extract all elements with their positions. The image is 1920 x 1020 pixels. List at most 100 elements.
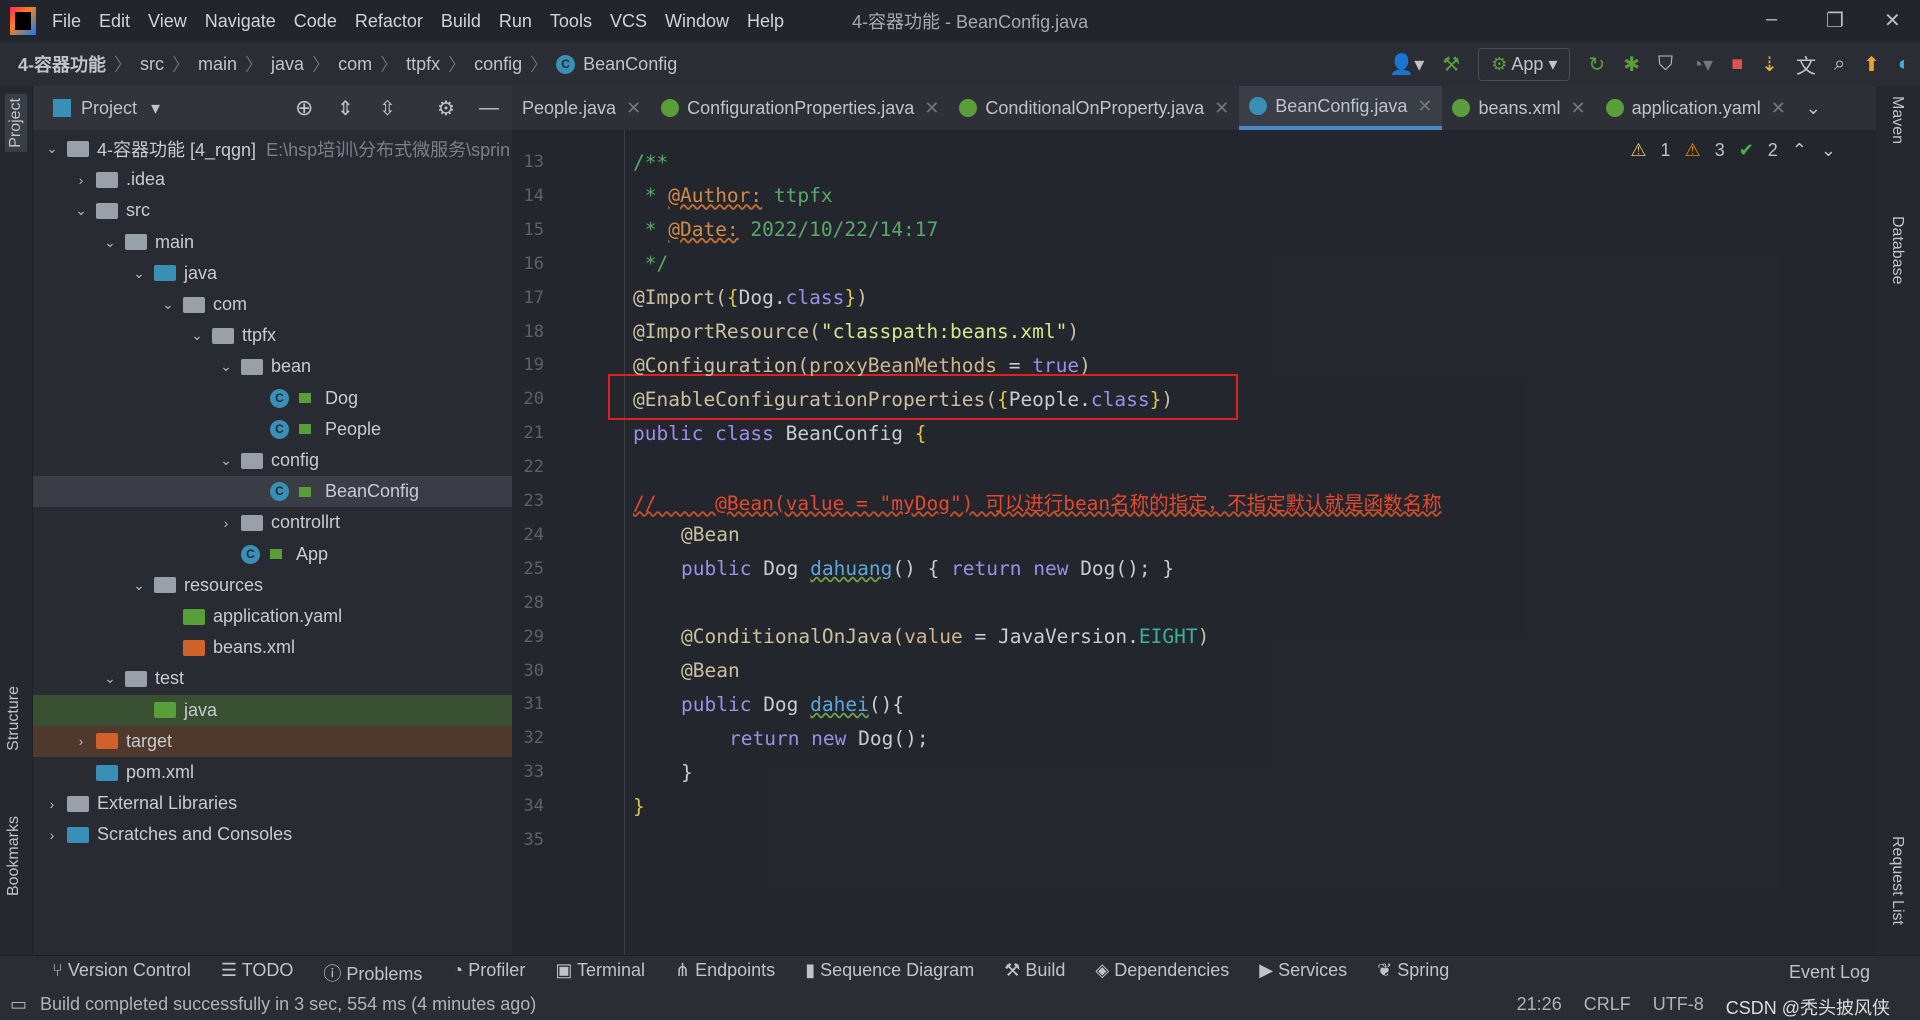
- intellij-logo-icon[interactable]: [10, 7, 36, 35]
- tab-configurationproperties-java[interactable]: ConfigurationProperties.java ✕: [651, 86, 949, 130]
- previous-highlight-icon[interactable]: ⌃: [1792, 140, 1807, 161]
- tree-item[interactable]: C People: [33, 414, 512, 445]
- menu-refactor[interactable]: Refactor: [355, 11, 423, 32]
- chevron-down-icon[interactable]: ⌄: [186, 327, 208, 344]
- restore-icon[interactable]: ❐: [1826, 8, 1844, 33]
- chevron-right-icon[interactable]: ›: [70, 733, 92, 749]
- menu-edit[interactable]: Edit: [99, 11, 130, 32]
- breadcrumb-item[interactable]: main: [198, 54, 237, 75]
- tool-spring[interactable]: ❦ Spring: [1377, 960, 1449, 986]
- tree-item[interactable]: ⌄ com: [33, 289, 512, 320]
- database-tool-button[interactable]: Database: [1888, 216, 1906, 285]
- chevron-right-icon[interactable]: ›: [215, 515, 237, 531]
- breadcrumb-item[interactable]: ttpfx: [406, 54, 440, 75]
- build-hammer-icon[interactable]: ⚒: [1442, 52, 1460, 77]
- breadcrumb-item[interactable]: src: [140, 54, 164, 75]
- chevron-down-icon[interactable]: ⌄: [99, 234, 121, 251]
- chevron-right-icon[interactable]: ›: [41, 796, 63, 812]
- close-tab-icon[interactable]: ✕: [626, 98, 641, 119]
- tree-item[interactable]: C BeanConfig: [33, 476, 512, 508]
- chevron-right-icon[interactable]: ›: [70, 172, 92, 188]
- tree-item[interactable]: beans.xml: [33, 632, 512, 663]
- tool-sequence-diagram[interactable]: ▮ Sequence Diagram: [805, 960, 974, 986]
- tree-item[interactable]: ⌄ ttpfx: [33, 320, 512, 351]
- menu-view[interactable]: View: [148, 11, 187, 32]
- menu-file[interactable]: File: [52, 11, 81, 32]
- tree-item[interactable]: ⌄ config: [33, 445, 512, 476]
- search-icon[interactable]: ⌕: [1834, 53, 1845, 76]
- chevron-down-icon[interactable]: ⌄: [215, 452, 237, 469]
- line-separator[interactable]: CRLF: [1584, 994, 1631, 1020]
- tool-services[interactable]: ▶ Services: [1259, 960, 1347, 986]
- project-view-select[interactable]: Project: [81, 98, 137, 119]
- tool-dependencies[interactable]: ◈ Dependencies: [1095, 960, 1229, 986]
- run-configuration-select[interactable]: ⚙ App ▾: [1478, 47, 1571, 81]
- menu-help[interactable]: Help: [747, 11, 784, 32]
- plugin-icon[interactable]: ◐: [1898, 53, 1910, 76]
- tree-item[interactable]: ⌄ java: [33, 258, 512, 289]
- coverage-icon[interactable]: ⛉: [1658, 53, 1673, 76]
- tree-item[interactable]: › .idea: [33, 164, 512, 195]
- user-icon[interactable]: 👤▾: [1389, 52, 1424, 77]
- inspection-widget[interactable]: ⚠ 1 ⚠ 3 ✔ 2 ⌃ ⌄: [1630, 140, 1836, 161]
- bookmarks-tool-button[interactable]: Bookmarks: [5, 816, 23, 896]
- vcs-update-icon[interactable]: ⇣: [1761, 52, 1778, 77]
- close-icon[interactable]: ✕: [1884, 8, 1901, 33]
- update-icon[interactable]: ⬆: [1863, 52, 1880, 77]
- close-tab-icon[interactable]: ✕: [1571, 98, 1586, 119]
- tree-item[interactable]: ⌄ main: [33, 227, 512, 258]
- tab-conditionalonproperty-java[interactable]: ConditionalOnProperty.java ✕: [949, 86, 1239, 130]
- status-message[interactable]: Build completed successfully in 3 sec, 5…: [40, 994, 536, 1015]
- close-tab-icon[interactable]: ✕: [1214, 98, 1229, 119]
- next-highlight-icon[interactable]: ⌄: [1821, 140, 1836, 161]
- chevron-right-icon[interactable]: ›: [41, 827, 63, 843]
- close-tab-icon[interactable]: ✕: [1771, 98, 1786, 119]
- tree-item[interactable]: application.yaml: [33, 601, 512, 632]
- menu-run[interactable]: Run: [499, 11, 532, 32]
- tree-item[interactable]: › target: [33, 725, 512, 757]
- tree-item[interactable]: ⌄ test: [33, 663, 512, 694]
- tool-profiler[interactable]: ◔ Profiler: [452, 960, 525, 986]
- tool-build[interactable]: ⚒ Build: [1004, 960, 1065, 986]
- debug-icon[interactable]: ✱: [1623, 52, 1640, 77]
- breadcrumb-item[interactable]: 4-容器功能: [18, 51, 106, 77]
- chevron-down-icon[interactable]: ⌄: [99, 670, 121, 687]
- chevron-down-icon[interactable]: ⌄: [215, 358, 237, 375]
- tree-item[interactable]: ⌄ bean: [33, 351, 512, 382]
- tree-item[interactable]: C Dog: [33, 383, 512, 414]
- tree-item[interactable]: › Scratches and Consoles: [33, 819, 512, 850]
- locate-icon[interactable]: ⊕: [295, 95, 313, 121]
- expand-all-icon[interactable]: ⇕: [337, 96, 354, 121]
- tree-item[interactable]: › controllrt: [33, 507, 512, 538]
- tree-item[interactable]: ⌄ 4-容器功能 [4_rqgn] E:\hsp培训\分布式微服务\sprin: [33, 133, 512, 164]
- menu-navigate[interactable]: Navigate: [205, 11, 276, 32]
- chevron-down-icon[interactable]: ⌄: [70, 202, 92, 219]
- tree-item[interactable]: C App: [33, 539, 512, 570]
- menu-window[interactable]: Window: [665, 11, 729, 32]
- tree-item[interactable]: ⌄ src: [33, 195, 512, 226]
- gear-icon[interactable]: ⚙: [437, 96, 455, 121]
- tree-item[interactable]: pom.xml: [33, 757, 512, 788]
- breadcrumb-item[interactable]: java: [271, 54, 304, 75]
- menu-code[interactable]: Code: [294, 11, 337, 32]
- code-editor[interactable]: ⚠ 1 ⚠ 3 ✔ 2 ⌃ ⌄ 13/** 14 * @Author: ttpfx 15 …: [512, 130, 1876, 955]
- tree-item[interactable]: ⌄ resources: [33, 570, 512, 601]
- hide-panel-icon[interactable]: —: [479, 97, 499, 120]
- maven-tool-button[interactable]: Maven: [1888, 96, 1906, 144]
- tree-item[interactable]: java: [33, 694, 512, 726]
- stop-icon[interactable]: ■: [1731, 53, 1743, 76]
- chevron-down-icon[interactable]: ⌄: [128, 577, 150, 594]
- profile-icon[interactable]: ◔▾: [1691, 52, 1713, 77]
- breadcrumb-item[interactable]: config: [474, 54, 522, 75]
- close-tab-icon[interactable]: ✕: [1417, 96, 1432, 117]
- tab-people-java[interactable]: People.java ✕: [512, 86, 651, 130]
- rerun-icon[interactable]: ↻: [1588, 52, 1605, 77]
- structure-tool-button[interactable]: Structure: [5, 686, 23, 751]
- event-log-button[interactable]: Event Log: [1789, 962, 1870, 983]
- tab-list-icon[interactable]: ⌄: [1796, 86, 1831, 130]
- translate-icon[interactable]: 文: [1796, 50, 1816, 79]
- breadcrumb-item[interactable]: BeanConfig: [583, 54, 677, 75]
- tab-beans-xml[interactable]: beans.xml ✕: [1442, 86, 1595, 130]
- tool-endpoints[interactable]: ⋔ Endpoints: [675, 960, 775, 986]
- breadcrumb-item[interactable]: com: [338, 54, 372, 75]
